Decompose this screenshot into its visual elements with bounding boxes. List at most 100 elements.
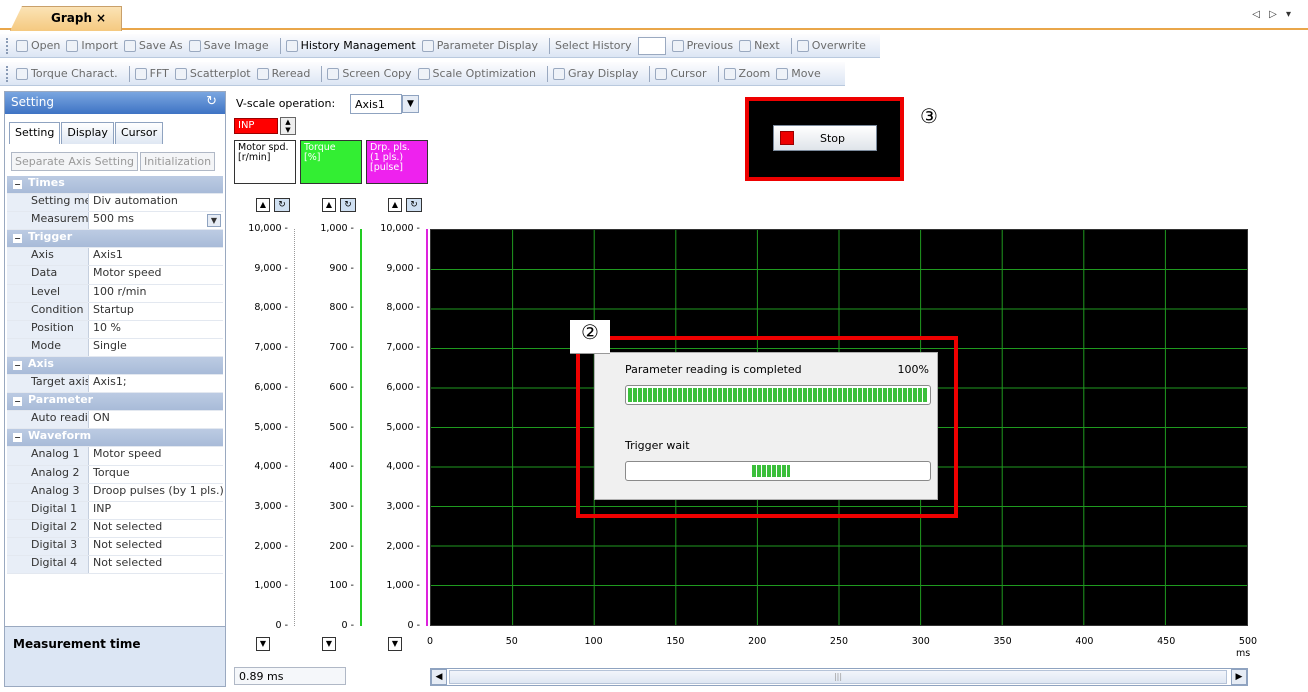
property-value[interactable]: 100 r/min [89, 285, 223, 302]
property-row[interactable]: Analog 3 Droop pulses (by 1 pls.) [7, 483, 223, 502]
property-row[interactable]: Digital 3 Not selected [7, 537, 223, 556]
tab-scroll-arrows-icon[interactable]: ◁ ▷ ▾ [1252, 9, 1294, 20]
scale-down-icon[interactable]: ▼ [388, 637, 402, 651]
property-value[interactable]: Not selected [89, 520, 223, 537]
toolbar-button-torque-charact-[interactable]: Torque Charact. [16, 67, 118, 80]
tab-cursor[interactable]: Cursor [114, 122, 164, 144]
property-value[interactable]: ON [89, 411, 223, 428]
property-value[interactable]: Axis1; [89, 375, 223, 392]
toolbar-button-fft[interactable]: FFT [134, 67, 169, 80]
tab-setting[interactable]: Setting [9, 122, 61, 144]
property-row[interactable]: Data Motor speed [7, 266, 223, 285]
property-category[interactable]: − Times [7, 176, 223, 195]
property-value[interactable]: Axis1 [89, 248, 223, 265]
tab-graph[interactable]: Graph × [10, 6, 122, 31]
scroll-right-icon[interactable]: ▶ [1231, 669, 1247, 685]
property-value[interactable]: Single [89, 339, 223, 356]
toolbar-grip[interactable] [6, 37, 10, 54]
separate-axis-setting-button[interactable]: Separate Axis Setting [11, 152, 139, 171]
scale-down-icon[interactable]: ▼ [322, 637, 336, 651]
property-value[interactable]: 10 % [89, 321, 223, 338]
property-value[interactable]: Not selected [89, 556, 223, 573]
refresh-icon[interactable]: ↻ [340, 198, 356, 212]
toolbar-button-gray-display[interactable]: Gray Display [553, 67, 638, 80]
scale-up-icon[interactable]: ▲ [256, 198, 270, 212]
property-name: Target axis [7, 375, 89, 393]
property-category[interactable]: − Axis [7, 356, 223, 376]
property-value[interactable]: Motor speed [89, 447, 223, 464]
property-row[interactable]: Mode Single [7, 338, 223, 357]
property-value[interactable]: Div automation [89, 194, 223, 211]
property-row[interactable]: Axis Axis1 [7, 248, 223, 267]
property-value[interactable]: 500 ms ▼ [89, 212, 223, 229]
close-icon[interactable]: × [96, 11, 106, 25]
toolbar-button-scatterplot[interactable]: Scatterplot [174, 67, 251, 80]
torque-icon [16, 67, 28, 80]
channel-legend[interactable]: Drp. pls. (1 pls.) [pulse] [366, 140, 428, 184]
chevron-down-icon[interactable]: ▼ [207, 214, 221, 228]
property-row[interactable]: Measuremen 500 ms ▼ [7, 212, 223, 231]
property-category[interactable]: − Trigger [7, 230, 223, 249]
property-row[interactable]: Level 100 r/min [7, 284, 223, 303]
property-value[interactable]: Motor speed [89, 266, 223, 283]
toolbar-button-cursor[interactable]: Cursor [655, 67, 707, 80]
toolbar-button-previous[interactable]: Previous [671, 39, 733, 52]
property-value[interactable]: Droop pulses (by 1 pls.) [89, 484, 223, 501]
scale-down-icon[interactable]: ▼ [256, 637, 270, 651]
scroll-thumb[interactable]: ||| [449, 670, 1227, 684]
toolbar-button-history-management[interactable]: History Management [285, 39, 416, 52]
property-row[interactable]: Position 10 % [7, 320, 223, 339]
toolbar-button-scale-optimization[interactable]: Scale Optimization [417, 67, 536, 80]
collapse-icon[interactable]: − [13, 433, 22, 443]
property-value[interactable]: Not selected [89, 538, 223, 555]
pin-icon[interactable]: ↻ [206, 94, 217, 109]
inp-spinner[interactable]: ▲ ▼ [280, 117, 296, 135]
chevron-down-icon[interactable]: ▼ [402, 95, 419, 113]
property-row[interactable]: Condition Startup [7, 302, 223, 321]
property-row[interactable]: Analog 1 Motor speed [7, 447, 223, 466]
property-value[interactable]: INP [89, 502, 223, 519]
property-value[interactable]: Startup [89, 303, 223, 320]
property-row[interactable]: Setting meth Div automation [7, 194, 223, 213]
stop-button[interactable]: Stop [773, 125, 877, 151]
channel-legend[interactable]: Torque [%] [300, 140, 362, 184]
toolbar-button-open[interactable]: Open [16, 39, 60, 52]
collapse-icon[interactable]: − [13, 234, 22, 244]
toolbar-button-next[interactable]: Next [739, 39, 780, 52]
toolbar-button-screen-copy[interactable]: Screen Copy [327, 67, 412, 80]
toolbar-button-import[interactable]: Import [66, 39, 118, 52]
refresh-icon[interactable]: ↻ [406, 198, 422, 212]
initialization-button[interactable]: Initialization [140, 152, 216, 171]
channel-legend[interactable]: Motor spd. [r/min] [234, 140, 296, 184]
toolbar-grip[interactable] [6, 65, 10, 82]
property-category[interactable]: − Parameter [7, 393, 223, 412]
collapse-icon[interactable]: − [13, 360, 22, 370]
horizontal-scrollbar[interactable]: ◀ ||| ▶ [430, 668, 1248, 686]
tab-display[interactable]: Display [61, 122, 114, 144]
digital-channel-inp[interactable]: INP [234, 118, 278, 134]
scroll-left-icon[interactable]: ◀ [431, 669, 447, 685]
scale-up-icon[interactable]: ▲ [388, 198, 402, 212]
toolbar-button-save-image[interactable]: Save Image [188, 39, 269, 52]
vscale-axis-select[interactable]: Axis1 [350, 94, 402, 114]
scale-up-icon[interactable]: ▲ [322, 198, 336, 212]
toolbar-button-reread[interactable]: Reread [256, 67, 310, 80]
property-row[interactable]: Analog 2 Torque [7, 465, 223, 484]
collapse-icon[interactable]: − [13, 397, 22, 407]
property-category[interactable]: − Waveform [7, 429, 223, 448]
property-row[interactable]: Digital 2 Not selected [7, 519, 223, 538]
history-select-input[interactable] [637, 36, 666, 55]
property-row[interactable]: Auto reading ON [7, 411, 223, 430]
property-row[interactable]: Digital 1 INP [7, 501, 223, 520]
property-row[interactable]: Digital 4 Not selected [7, 555, 223, 575]
toolbar-button-save-as[interactable]: Save As [123, 39, 183, 52]
toolbar-button-zoom[interactable]: Zoom [723, 67, 770, 80]
collapse-icon[interactable]: − [13, 180, 22, 189]
property-value[interactable]: Torque [89, 466, 223, 483]
toolbar-button-parameter-display[interactable]: Parameter Display [421, 39, 538, 52]
toolbar-button-move[interactable]: Move [776, 67, 821, 80]
toolbar-button-overwrite[interactable]: Overwrite [796, 39, 866, 52]
refresh-icon[interactable]: ↻ [274, 198, 290, 212]
property-row[interactable]: Target axis Axis1; [7, 375, 223, 394]
toolbar-button-select-history[interactable]: Select History [555, 39, 632, 52]
